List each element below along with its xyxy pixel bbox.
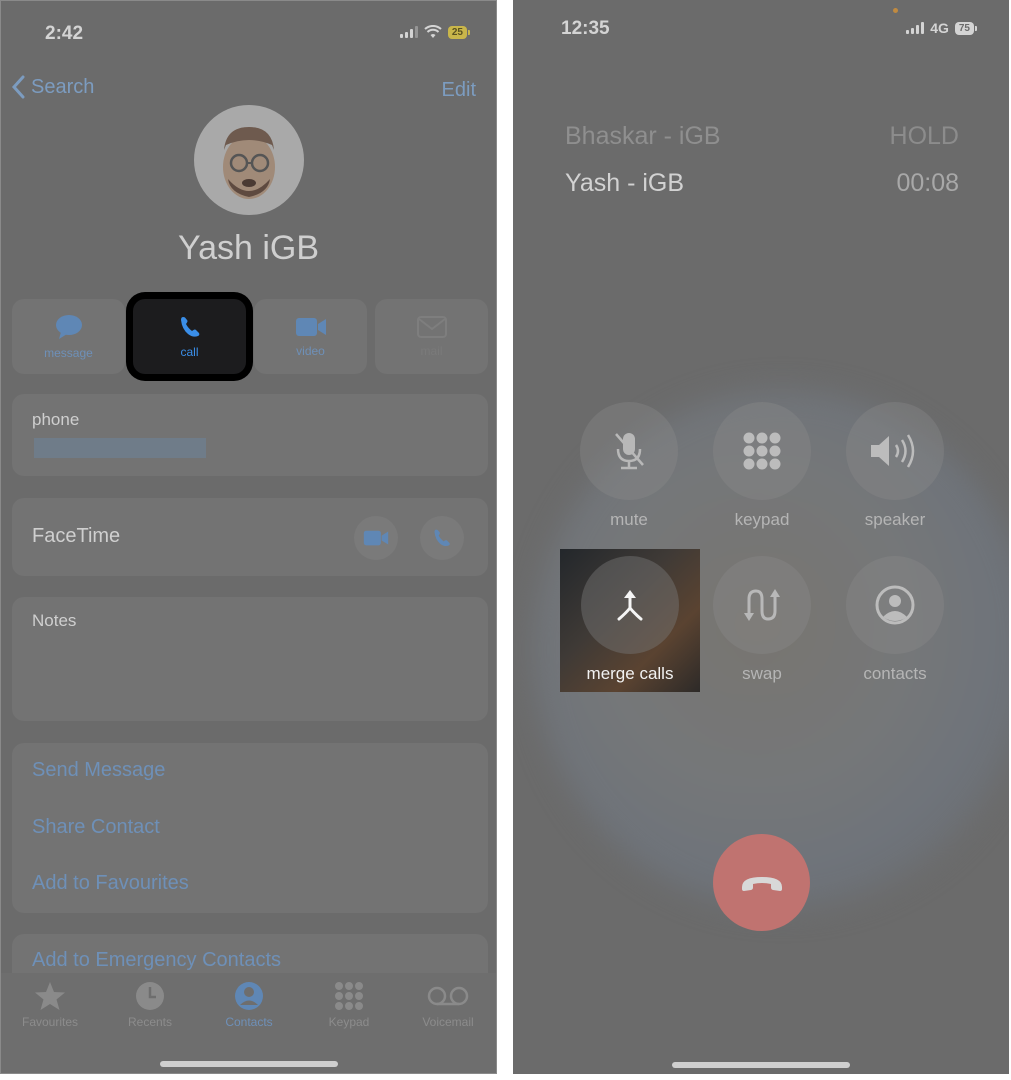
memoji-avatar-icon [223,127,275,199]
status-icons: 25 [399,25,470,39]
contact-avatar [194,105,304,215]
quick-actions: message call video mail [12,299,488,374]
contact-links-card: Send Message Share Contact Add to Favour… [12,743,488,913]
end-call-button[interactable] [713,834,810,931]
phone-number-redacted[interactable] [34,438,206,458]
video-camera-icon [295,317,326,336]
tab-favourites[interactable]: Favourites [5,981,95,1029]
star-icon [35,982,65,1010]
swap-button[interactable]: swap [702,556,822,684]
phone-icon [180,316,199,337]
call-button[interactable]: call [133,299,246,374]
network-type: 4G [930,20,949,36]
person-circle-icon [235,982,263,1010]
envelope-icon [416,315,447,338]
facetime-audio-button[interactable] [420,516,464,560]
facetime-video-button[interactable] [354,516,398,560]
share-contact-link[interactable]: Share Contact [32,816,160,839]
edit-button[interactable]: Edit [442,79,476,102]
add-emergency-contact-link[interactable]: Add to Emergency Contacts [32,949,281,972]
status-time: 2:42 [45,23,84,44]
keypad-icon [743,432,781,470]
swap-arrows-icon [744,589,780,621]
speaker-button[interactable]: speaker [835,402,955,530]
chevron-left-icon [11,75,25,99]
speaker-icon [871,434,915,468]
battery-indicator: 25 [447,25,470,39]
held-call-status: HOLD [889,122,959,150]
contact-name: Yash iGB [177,229,320,267]
tab-voicemail[interactable]: Voicemail [403,981,493,1029]
video-button[interactable]: video [254,299,367,374]
back-label: Search [31,75,95,98]
battery-indicator: 75 [954,21,977,35]
mute-button[interactable]: mute [569,402,689,530]
active-caller-name: Yash - iGB [565,169,685,197]
voicemail-icon [427,986,469,1006]
add-to-favourites-link[interactable]: Add to Favourites [32,872,189,895]
back-button[interactable]: Search [11,75,94,99]
send-message-link[interactable]: Send Message [32,759,165,782]
status-time: 12:35 [561,18,610,39]
home-indicator[interactable] [672,1062,850,1068]
home-indicator[interactable] [159,1061,338,1067]
message-button[interactable]: message [12,299,125,374]
tab-contacts[interactable]: Contacts [204,981,294,1029]
person-circle-icon [875,585,915,625]
phone-label: phone [32,410,80,429]
video-camera-icon [363,530,389,546]
keypad-button[interactable]: keypad [702,402,822,530]
mic-in-use-indicator [893,8,898,13]
notes-card[interactable]: Notes [12,597,488,721]
in-call-screen: 12:35 4G 75 Bhaskar - iGB HOLD Yash - iG… [513,0,1009,1074]
keypad-icon [335,982,363,1010]
contact-card-screen: 2:42 25 Search Edit Yash iGB message cal… [0,0,497,1074]
status-icons: 4G 75 [906,20,977,36]
signal-icon [906,22,925,34]
mail-button[interactable]: mail [375,299,488,374]
wifi-icon [424,25,442,38]
tab-bar: Favourites Recents Contacts Keypad Voice… [1,973,496,1073]
message-bubble-icon [55,314,82,339]
phone-icon [434,529,450,547]
tab-recents[interactable]: Recents [105,981,195,1029]
call-duration: 00:08 [896,169,959,197]
signal-icon [399,26,418,38]
merge-calls-button[interactable]: merge calls [570,556,690,684]
held-call-row[interactable]: Bhaskar - iGB HOLD [565,122,959,151]
facetime-label: FaceTime [32,525,121,547]
notes-label: Notes [32,611,77,630]
held-caller-name: Bhaskar - iGB [565,122,721,150]
phone-card[interactable]: phone [12,394,488,476]
active-call-row[interactable]: Yash - iGB 00:08 [565,169,959,198]
clock-icon [136,982,164,1010]
facetime-card: FaceTime [12,498,488,576]
phone-hangup-icon [741,876,782,891]
contacts-button[interactable]: contacts [835,556,955,684]
merge-arrow-icon [617,590,643,621]
mic-slash-icon [615,433,644,470]
tab-keypad[interactable]: Keypad [304,981,394,1029]
